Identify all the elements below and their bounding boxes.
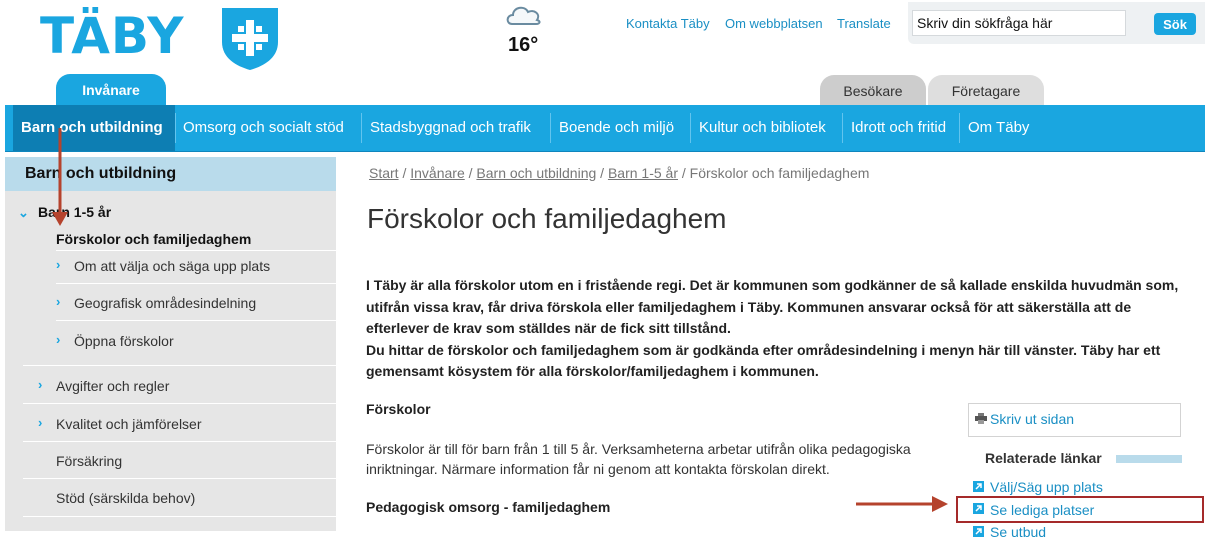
annotation-arrow-right <box>856 496 948 512</box>
annotation-arrow-down <box>52 128 68 226</box>
annotation-arrows <box>52 128 948 512</box>
